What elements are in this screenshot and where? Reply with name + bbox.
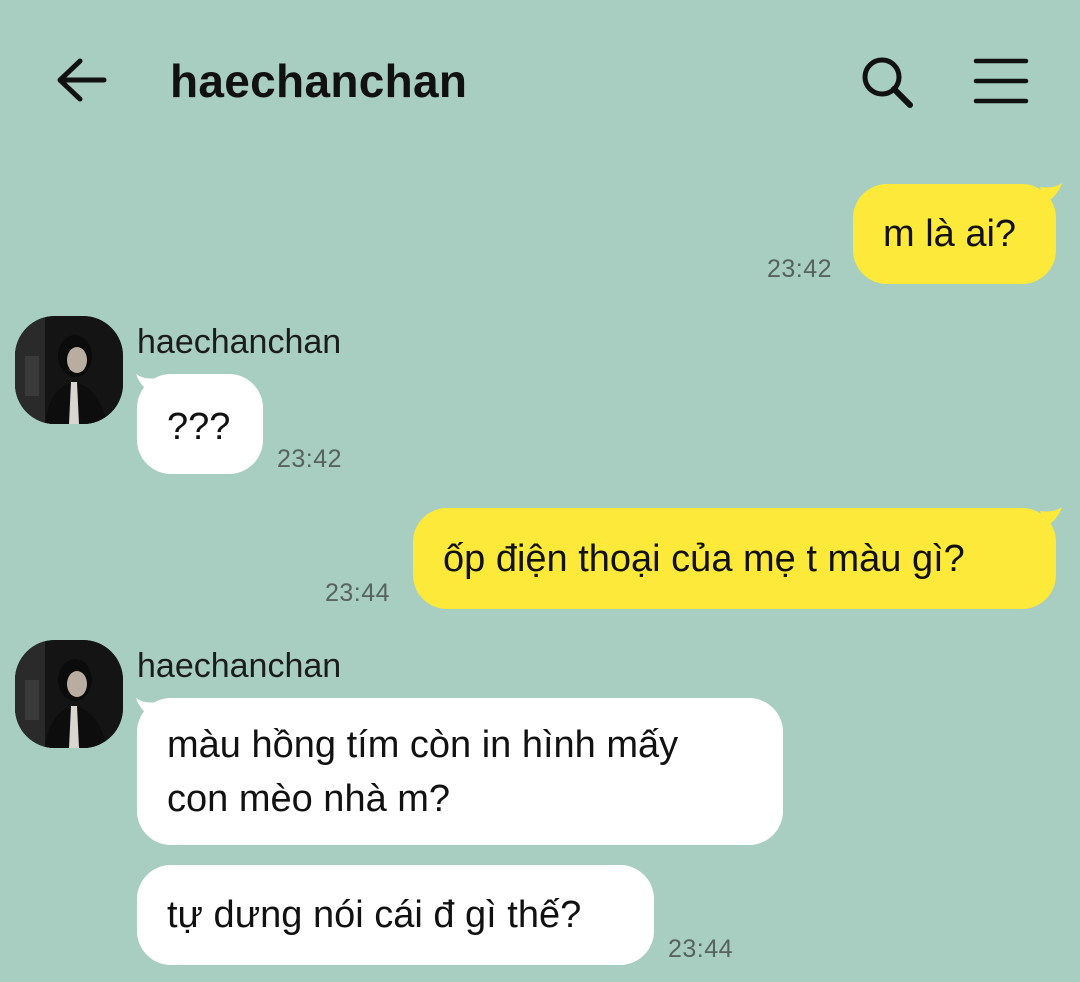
message-text-line: con mèo nhà m?: [167, 778, 451, 820]
bubble-tail: [1040, 507, 1062, 527]
incoming-message-bubble[interactable]: tự dưng nói cái đ gì thế?: [137, 865, 654, 965]
message-timestamp: 23:44: [325, 579, 391, 607]
message-text: ???: [167, 406, 231, 448]
message-timestamp: 23:44: [668, 935, 734, 963]
sender-name: haechanchan: [137, 323, 342, 361]
chat-header: haechanchan: [0, 0, 1080, 160]
profile-photo-image: [15, 316, 123, 424]
avatar[interactable]: [15, 316, 123, 424]
sender-name: haechanchan: [137, 647, 342, 685]
message-timestamp: 23:42: [767, 255, 833, 283]
bubble-tail: [1040, 183, 1062, 203]
message-text: m là ai?: [883, 213, 1017, 255]
incoming-message-bubble[interactable]: ???: [137, 374, 263, 474]
search-button[interactable]: [858, 54, 916, 110]
avatar[interactable]: [15, 640, 123, 748]
message-text: ốp điện thoại của mẹ t màu gì?: [443, 538, 965, 580]
chat-title: haechanchan: [170, 55, 468, 107]
back-button[interactable]: [52, 52, 112, 108]
arrow-left-icon: [57, 58, 107, 102]
message-timestamp: 23:42: [277, 445, 343, 473]
menu-button[interactable]: [972, 56, 1030, 106]
hamburger-menu-icon: [973, 58, 1029, 104]
message-text: tự dưng nói cái đ gì thế?: [167, 894, 582, 936]
incoming-message-bubble[interactable]: màu hồng tím còn in hình mấy con mèo nhà…: [137, 698, 783, 845]
search-icon: [862, 57, 913, 108]
outgoing-message-bubble[interactable]: m là ai?: [853, 184, 1056, 284]
profile-photo-image: [15, 640, 123, 748]
message-text-line: màu hồng tím còn in hình mấy: [167, 724, 679, 766]
outgoing-message-bubble[interactable]: ốp điện thoại của mẹ t màu gì?: [413, 508, 1056, 609]
